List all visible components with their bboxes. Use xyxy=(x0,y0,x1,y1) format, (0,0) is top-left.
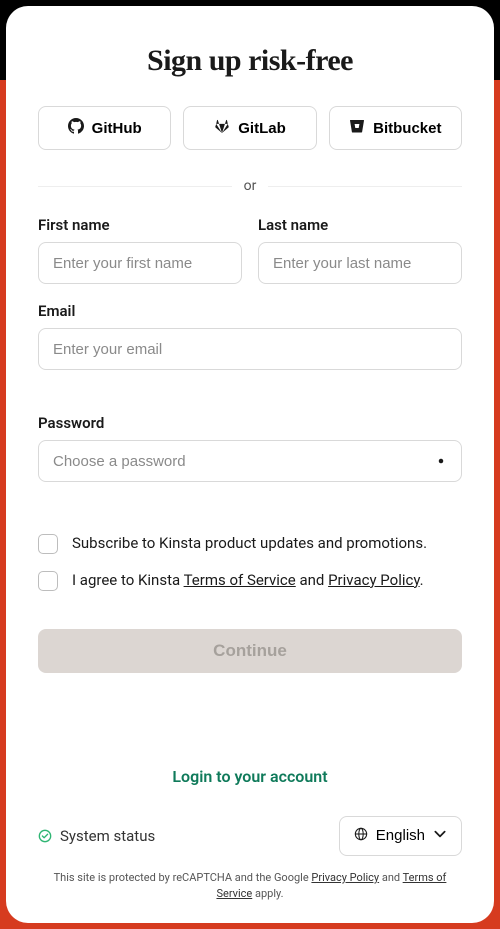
github-label: GitHub xyxy=(92,120,142,137)
password-field: Password xyxy=(38,414,462,508)
github-icon xyxy=(68,118,84,138)
globe-icon xyxy=(354,827,368,845)
recaptcha-mid: and xyxy=(379,871,403,884)
status-ok-icon xyxy=(38,829,52,843)
recaptcha-suffix: apply. xyxy=(252,887,283,900)
last-name-label: Last name xyxy=(258,216,462,234)
subscribe-label: Subscribe to Kinsta product updates and … xyxy=(72,533,427,554)
eye-icon[interactable] xyxy=(432,452,450,470)
subscribe-checkbox[interactable] xyxy=(38,534,58,554)
language-selector[interactable]: English xyxy=(339,816,462,856)
bitbucket-icon xyxy=(349,118,365,138)
system-status[interactable]: System status xyxy=(38,827,155,845)
github-button[interactable]: GitHub xyxy=(38,106,171,150)
divider: or xyxy=(38,178,462,194)
login-link[interactable]: Login to your account xyxy=(38,767,462,786)
password-label: Password xyxy=(38,414,462,432)
agree-suffix: . xyxy=(420,571,424,589)
agree-row: I agree to Kinsta Terms of Service and P… xyxy=(38,570,462,591)
agree-checkbox[interactable] xyxy=(38,571,58,591)
signup-card: Sign up risk-free GitHub GitLab Bitbucke… xyxy=(6,6,494,923)
status-label: System status xyxy=(60,827,155,845)
privacy-link[interactable]: Privacy Policy xyxy=(328,571,420,589)
name-row: First name Last name xyxy=(38,216,462,302)
divider-text: or xyxy=(244,178,257,194)
bitbucket-button[interactable]: Bitbucket xyxy=(329,106,462,150)
recaptcha-notice: This site is protected by reCAPTCHA and … xyxy=(38,870,462,903)
email-input[interactable] xyxy=(38,328,462,370)
tos-link[interactable]: Terms of Service xyxy=(184,571,296,589)
page-title: Sign up risk-free xyxy=(38,44,462,78)
last-name-field: Last name xyxy=(258,216,462,284)
gitlab-icon xyxy=(214,118,230,138)
password-input-wrap xyxy=(38,440,462,482)
agree-mid: and xyxy=(296,571,328,589)
continue-button[interactable]: Continue xyxy=(38,629,462,673)
chevron-down-icon xyxy=(433,827,447,845)
bitbucket-label: Bitbucket xyxy=(373,120,441,137)
recaptcha-privacy-link[interactable]: Privacy Policy xyxy=(311,871,379,884)
recaptcha-prefix: This site is protected by reCAPTCHA and … xyxy=(54,871,312,884)
divider-line xyxy=(268,186,462,187)
spacer xyxy=(38,673,462,767)
first-name-field: First name xyxy=(38,216,242,284)
gitlab-button[interactable]: GitLab xyxy=(183,106,316,150)
language-label: English xyxy=(376,827,425,844)
password-input[interactable] xyxy=(38,440,462,482)
agree-label: I agree to Kinsta Terms of Service and P… xyxy=(72,570,424,591)
subscribe-row: Subscribe to Kinsta product updates and … xyxy=(38,533,462,554)
last-name-input[interactable] xyxy=(258,242,462,284)
divider-line xyxy=(38,186,232,187)
email-label: Email xyxy=(38,302,462,320)
footer-row: System status English xyxy=(38,816,462,856)
first-name-input[interactable] xyxy=(38,242,242,284)
first-name-label: First name xyxy=(38,216,242,234)
email-field: Email xyxy=(38,302,462,396)
gitlab-label: GitLab xyxy=(238,120,286,137)
oauth-row: GitHub GitLab Bitbucket xyxy=(38,106,462,150)
agree-prefix: I agree to Kinsta xyxy=(72,571,184,589)
